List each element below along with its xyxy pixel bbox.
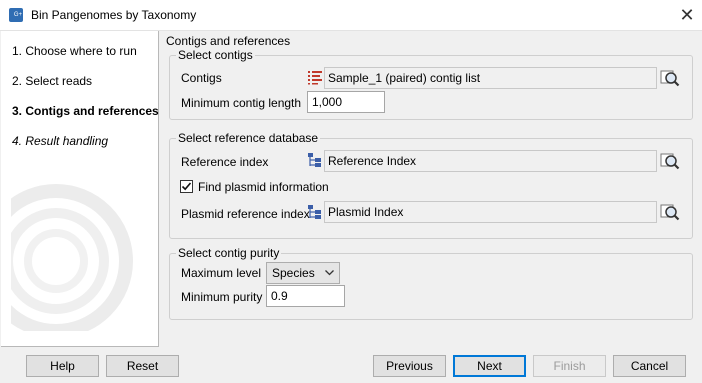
checkmark-icon	[181, 182, 192, 191]
group-title: Select reference database	[176, 131, 321, 145]
reference-index-picker[interactable]: Reference Index	[324, 150, 657, 172]
tree-index-icon	[308, 153, 321, 167]
contigs-picker[interactable]: Sample_1 (paired) contig list	[324, 67, 657, 89]
reference-index-label: Reference index	[181, 155, 269, 169]
browse-icon[interactable]	[660, 202, 680, 222]
find-plasmid-label[interactable]: Find plasmid information	[198, 180, 329, 194]
browse-icon[interactable]	[660, 68, 680, 88]
find-plasmid-checkbox[interactable]	[180, 180, 193, 193]
previous-button[interactable]: Previous	[373, 355, 446, 377]
next-button[interactable]: Next	[453, 355, 526, 377]
minimum-purity-input[interactable]: 0.9	[266, 285, 345, 307]
plasmid-index-picker[interactable]: Plasmid Index	[324, 201, 657, 223]
min-contig-length-input[interactable]: 1,000	[307, 91, 385, 113]
help-button[interactable]: Help	[26, 355, 99, 377]
maximum-level-value: Species	[272, 266, 315, 280]
step-select-reads: 2. Select reads	[12, 74, 93, 88]
watermark-logo	[11, 184, 133, 331]
tree-index-icon	[308, 205, 321, 219]
chevron-down-icon	[325, 270, 334, 276]
min-contig-length-label: Minimum contig length	[181, 96, 302, 110]
window-title: Bin Pangenomes by Taxonomy	[31, 8, 197, 22]
step-result-handling: 4. Result handling	[12, 134, 109, 148]
reset-button[interactable]: Reset	[106, 355, 179, 377]
finish-button[interactable]: Finish	[533, 355, 606, 377]
minimum-purity-label: Minimum purity	[181, 290, 263, 304]
step-choose-where-to-run: 1. Choose where to run	[12, 44, 137, 58]
browse-icon[interactable]	[660, 151, 680, 171]
list-icon	[308, 71, 322, 85]
contigs-label: Contigs	[181, 71, 222, 85]
group-title: Select contigs	[176, 48, 255, 62]
step-contigs-and-references: 3. Contigs and references	[12, 104, 159, 118]
contig-purity-group: Select contig purity	[169, 246, 693, 320]
plasmid-reference-index-label: Plasmid reference index	[181, 207, 310, 221]
maximum-level-label: Maximum level	[181, 266, 262, 280]
maximum-level-select[interactable]: Species	[266, 262, 340, 284]
group-title: Select contig purity	[176, 246, 282, 260]
app-icon: G+	[9, 8, 23, 22]
cancel-button[interactable]: Cancel	[613, 355, 686, 377]
close-icon[interactable]: ✕	[676, 3, 698, 27]
page-title: Contigs and references	[166, 34, 291, 48]
